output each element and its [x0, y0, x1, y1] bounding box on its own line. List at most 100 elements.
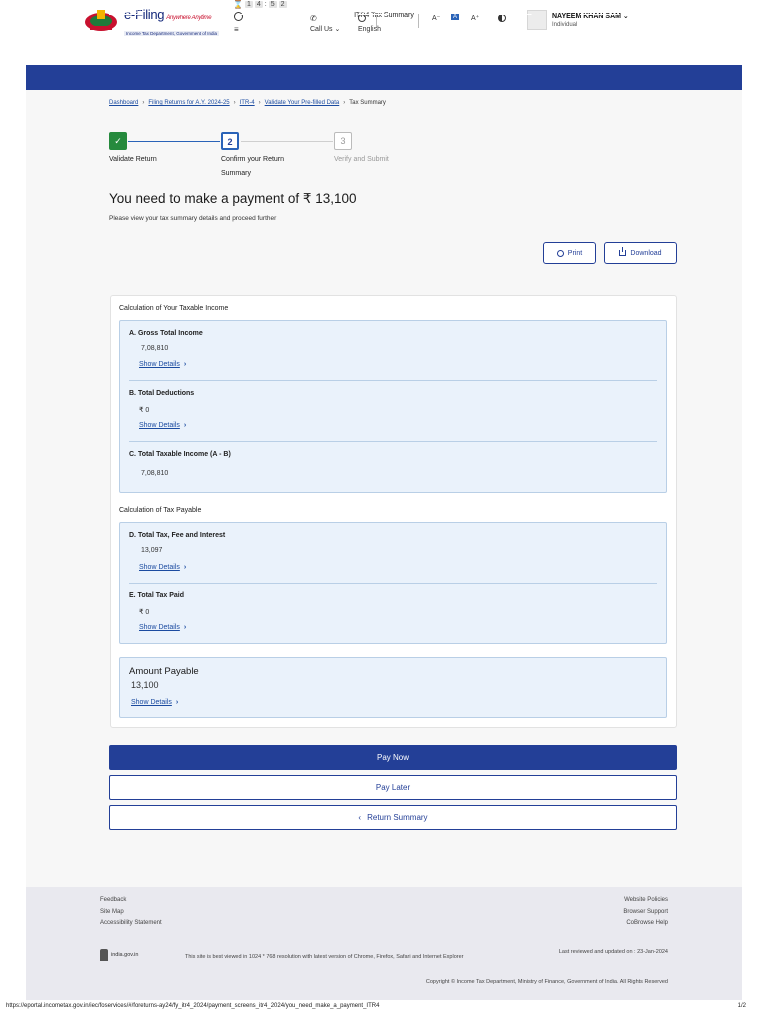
language-selector[interactable]: English	[358, 14, 381, 33]
show-details-label: Show Details	[131, 699, 172, 706]
chevron-right-icon: ›	[142, 100, 145, 106]
nav-services-label: Services	[358, 8, 385, 15]
pay-later-button[interactable]: Pay Later	[109, 775, 677, 800]
total-tax-show-details[interactable]: Show Details ›	[139, 564, 186, 571]
income-panel	[119, 320, 667, 493]
india-gov-label: india.gov.in	[111, 952, 139, 958]
divider	[129, 380, 657, 381]
contrast-icon[interactable]	[498, 14, 506, 22]
total-tax-title: D. Total Tax, Fee and Interest	[129, 532, 226, 539]
call-us-label: Call Us	[310, 26, 333, 33]
font-decrease-button[interactable]: A⁻	[432, 14, 440, 22]
tax-paid-title: E. Total Tax Paid	[129, 592, 184, 599]
amount-payable-title: Amount Payable	[129, 666, 199, 677]
amount-payable-panel	[119, 657, 667, 718]
deductions-title: B. Total Deductions	[129, 390, 195, 397]
divider	[129, 583, 657, 584]
nav-dashboard[interactable]: Dashboard	[109, 8, 143, 15]
gross-income-title: A. Gross Total Income	[129, 330, 203, 337]
footer-feedback-link[interactable]: Feedback	[100, 897, 126, 903]
gross-income-show-details[interactable]: Show Details ›	[139, 361, 186, 368]
chevron-down-icon: ˇ	[386, 8, 390, 15]
chevron-right-icon: ›	[183, 361, 187, 368]
step-connector	[128, 141, 220, 142]
deductions-show-details[interactable]: Show Details ›	[139, 422, 186, 429]
step-2-active: 2	[221, 132, 239, 150]
user-role: Individual	[552, 22, 578, 28]
nav-pending-actions[interactable]: Pending Actions ˇ	[477, 8, 532, 15]
step-1-done: ✓	[109, 132, 127, 150]
nav-pending-actions-label: Pending Actions	[477, 8, 528, 15]
chevron-right-icon: ›	[258, 100, 261, 106]
main-nav	[26, 65, 742, 90]
breadcrumb-filing-returns[interactable]: Filing Returns for A.Y. 2024-25	[148, 100, 229, 106]
emblem-icon	[100, 949, 108, 961]
breadcrumb-validate[interactable]: Validate Your Pre-filled Data	[265, 100, 340, 106]
step-connector	[241, 141, 333, 142]
footer-accessibility-link[interactable]: Accessibility Statement	[100, 920, 162, 926]
breadcrumb-dashboard[interactable]: Dashboard	[109, 100, 138, 106]
language-label: English	[358, 26, 381, 33]
print-url: https://eportal.incometax.gov.in/iec/fos…	[6, 1003, 380, 1009]
font-increase-button[interactable]: A⁺	[471, 14, 479, 22]
india-gov-logo[interactable]: india.gov.in	[100, 949, 138, 961]
browser-note: This site is best viewed in 1024 * 768 r…	[185, 954, 464, 960]
hamburger-menu-icon[interactable]: ≡	[234, 26, 239, 34]
header-divider	[418, 14, 419, 28]
gross-income-value: 7,08,810	[141, 345, 169, 352]
divider	[129, 441, 657, 442]
step-2-label: Confirm your Return Summary	[221, 153, 284, 181]
return-summary-label: Return Summary	[367, 813, 428, 822]
logo-subtitle: Income Tax Department, Government of Ind…	[124, 31, 219, 36]
chevron-down-icon: ˇ	[304, 8, 308, 15]
print-page-number: 1/2	[737, 1003, 746, 1009]
download-button[interactable]: Download	[604, 242, 677, 264]
last-reviewed: Last reviewed and updated on : 23-Jan-20…	[558, 949, 668, 955]
chevron-right-icon: ›	[343, 100, 346, 106]
footer-sitemap-link[interactable]: Site Map	[100, 909, 124, 915]
tax-section-title: Calculation of Tax Payable	[119, 507, 202, 514]
tax-paid-show-details[interactable]: Show Details ›	[139, 624, 186, 631]
footer-website-policies-link[interactable]: Website Policies	[624, 897, 668, 903]
footer-browser-support-link[interactable]: Browser Support	[623, 909, 668, 915]
download-label: Download	[630, 249, 662, 257]
chevron-right-icon: ›	[175, 699, 179, 706]
nav-services[interactable]: Services ˇ	[358, 8, 389, 15]
step-1-label: Validate Return	[109, 156, 157, 163]
nav-help[interactable]: Help	[664, 8, 678, 15]
nav-grievances[interactable]: Grievances ˇ	[580, 8, 620, 15]
phone-icon: ✆	[310, 14, 317, 23]
amount-payable-value: 13,100	[131, 680, 159, 690]
deductions-value: ₹ 0	[139, 407, 150, 414]
page-title: You need to make a payment of ₹ 13,100	[109, 191, 357, 206]
chevron-down-icon: ˇ	[196, 8, 199, 15]
logo-tagline: Anywhere Anytime	[166, 15, 212, 21]
nav-authorised-partners-label: Authorised Partners	[241, 8, 303, 15]
nav-efile[interactable]: e-File ˇ	[177, 8, 199, 15]
font-normal-button[interactable]: A	[451, 14, 460, 20]
step-3-label: Verify and Submit	[334, 156, 389, 163]
print-label: Print	[567, 249, 583, 257]
print-button[interactable]: Print	[543, 242, 596, 264]
breadcrumb-itr4[interactable]: ITR-4	[240, 100, 255, 106]
chevron-right-icon: ›	[183, 422, 187, 429]
nav-authorised-partners[interactable]: Authorised Partners ˇ	[241, 8, 307, 15]
nav-ais[interactable]: AIS	[434, 8, 445, 15]
return-summary-button[interactable]: ‹ Return Summary	[109, 805, 677, 830]
amount-payable-show-details[interactable]: Show Details ›	[131, 699, 178, 706]
breadcrumb: Dashboard › Filing Returns for A.Y. 2024-2…	[109, 100, 386, 106]
pay-now-button[interactable]: Pay Now	[109, 745, 677, 770]
nav-grievances-label: Grievances	[580, 8, 616, 15]
taxable-income-title: C. Total Taxable Income (A - B)	[129, 451, 231, 458]
footer-cobrowse-link[interactable]: CoBrowse Help	[626, 920, 668, 926]
chevron-down-icon: ˇ	[529, 8, 532, 15]
nav-efile-label: e-File	[177, 8, 195, 15]
call-us-button[interactable]: ✆ Call Us ⌄	[310, 14, 340, 33]
income-section-title: Calculation of Your Taxable Income	[119, 305, 229, 312]
chevron-right-icon: ›	[183, 624, 187, 631]
timer-digit: 5	[268, 1, 277, 8]
show-details-label: Show Details	[139, 624, 180, 631]
timer-digit: 2	[278, 1, 287, 8]
chevron-right-icon: ›	[233, 100, 236, 106]
taxable-income-value: 7,08,810	[141, 470, 169, 477]
